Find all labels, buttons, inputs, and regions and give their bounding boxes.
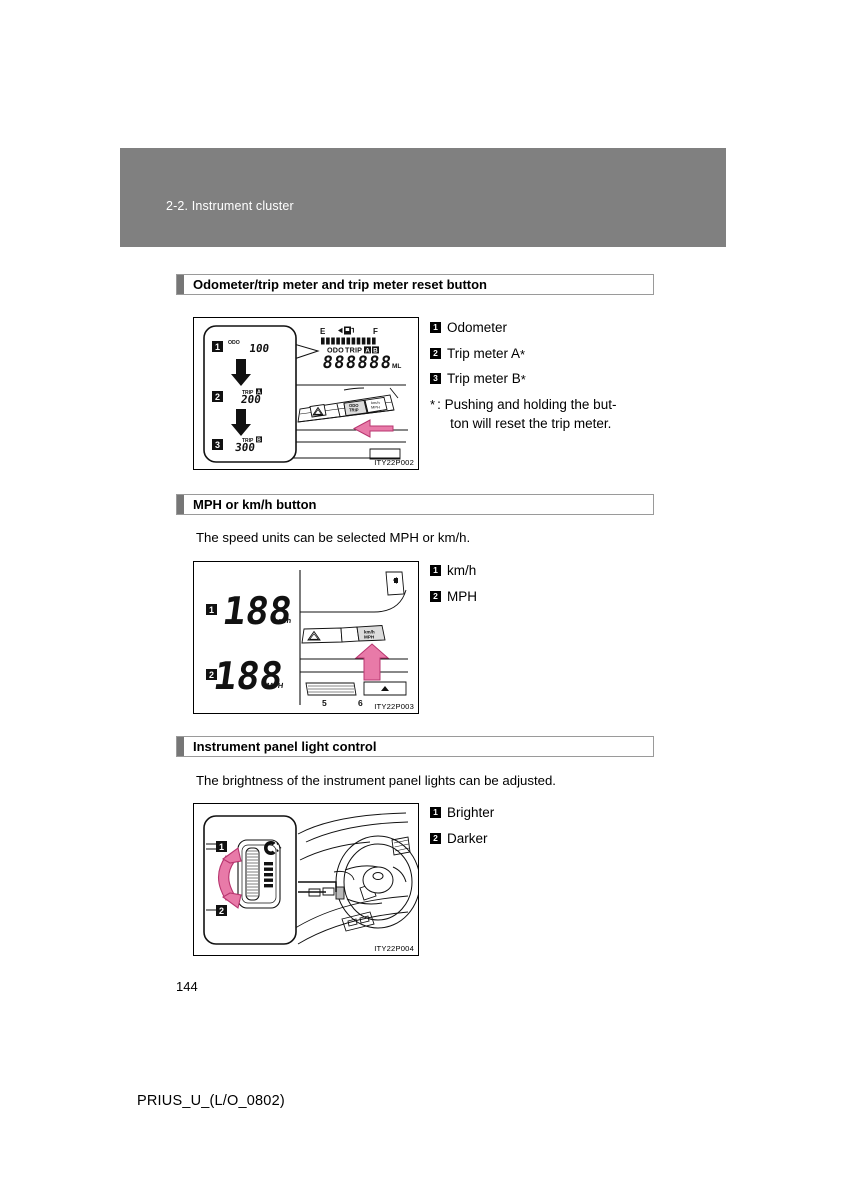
svg-text:2: 2 bbox=[215, 392, 220, 402]
callouts-odometer: 1 Odometer 2 Trip meter A* 3 Trip meter … bbox=[430, 318, 648, 433]
figure-odometer: ODO TRIP km/h MPH E F ODO TRIP A B 88888… bbox=[193, 317, 419, 470]
figure-code-odometer: ITY22P002 bbox=[374, 458, 414, 467]
svg-text:MPH: MPH bbox=[266, 681, 284, 690]
section-title-odometer: Odometer/trip meter and trip meter reset… bbox=[193, 277, 487, 292]
section-heading-odometer: Odometer/trip meter and trip meter reset… bbox=[176, 274, 654, 295]
callout-label-brighter: Brighter bbox=[447, 805, 495, 820]
callout-item: 3 Trip meter B* bbox=[430, 369, 648, 388]
svg-text:km/h: km/h bbox=[273, 616, 292, 625]
callout-badge: 1 bbox=[430, 322, 441, 333]
section-heading-mph-kmh: MPH or km/h button bbox=[176, 494, 654, 515]
document-footer: PRIUS_U_(L/O_0802) bbox=[137, 1093, 285, 1109]
callout-item: 2 Darker bbox=[430, 829, 494, 848]
svg-text:E: E bbox=[320, 327, 326, 336]
figure-mph-kmh: 1 188 km/h 2 188 MPH km/h MPH 5 6 ITY22P… bbox=[193, 561, 419, 714]
callout-item: 1 Brighter bbox=[430, 803, 494, 822]
section-tab-marker bbox=[177, 275, 184, 294]
callout-label-odometer: Odometer bbox=[447, 320, 508, 335]
callout-badge: 2 bbox=[430, 347, 441, 359]
figure-code-panel-light: ITY22P004 bbox=[374, 944, 414, 953]
svg-text:B: B bbox=[257, 438, 261, 444]
svg-text:300: 300 bbox=[234, 441, 255, 454]
section-tab-marker bbox=[177, 495, 184, 514]
footnote-trip-reset: * : Pushing and holding the but-ton will… bbox=[430, 395, 648, 433]
svg-text:MPH: MPH bbox=[364, 635, 375, 640]
section-heading-panel-light: Instrument panel light control bbox=[176, 736, 654, 757]
callout-badge: 2 bbox=[430, 590, 441, 602]
intro-text-mph-kmh: The speed units can be selected MPH or k… bbox=[196, 530, 471, 545]
callout-item: 2 Trip meter A* bbox=[430, 344, 648, 363]
footnote-body: : Pushing and holding the but-ton will r… bbox=[437, 396, 617, 431]
svg-text:200: 200 bbox=[240, 393, 261, 406]
svg-text:188: 188 bbox=[220, 590, 295, 634]
callout-item: 1 km/h bbox=[430, 561, 477, 580]
svg-text:1: 1 bbox=[209, 605, 214, 615]
svg-text:TRIP: TRIP bbox=[349, 407, 359, 412]
callout-label-mph: MPH bbox=[447, 588, 477, 604]
section-tab-marker bbox=[177, 737, 184, 756]
callout-badge: 3 bbox=[430, 373, 441, 384]
figure-mph-kmh-illustration: 1 188 km/h 2 188 MPH km/h MPH 5 6 bbox=[194, 562, 418, 713]
svg-text:1: 1 bbox=[219, 842, 224, 852]
callout-badge: 2 bbox=[430, 832, 441, 844]
intro-text-panel-light: The brightness of the instrument panel l… bbox=[196, 773, 556, 788]
svg-text:F: F bbox=[373, 327, 378, 336]
callouts-panel-light: 1 Brighter 2 Darker bbox=[430, 803, 494, 854]
callouts-mph-kmh: 1 km/h 2 MPH bbox=[430, 561, 477, 612]
chapter-header-band: 2-2. Instrument cluster bbox=[120, 148, 726, 247]
scale-label-5: 5 bbox=[322, 698, 327, 708]
figure-odometer-illustration: ODO TRIP km/h MPH E F ODO TRIP A B 88888… bbox=[194, 318, 418, 469]
callout-item: 1 Odometer bbox=[430, 318, 648, 337]
svg-text:ML: ML bbox=[392, 363, 401, 370]
svg-text:2: 2 bbox=[219, 906, 224, 916]
svg-text:188: 188 bbox=[211, 655, 286, 699]
callout-badge: 1 bbox=[430, 807, 441, 818]
svg-text:MPH: MPH bbox=[371, 404, 380, 409]
figure-code-mph-kmh: ITY22P003 bbox=[374, 702, 414, 711]
callout-label-kmh: km/h bbox=[447, 563, 477, 578]
figure-panel-light: 1 2 ITY22P004 bbox=[193, 803, 419, 956]
svg-text:ODO: ODO bbox=[228, 340, 240, 346]
section-title-panel-light: Instrument panel light control bbox=[193, 739, 377, 754]
callout-label-darker: Darker bbox=[447, 830, 488, 846]
figure-panel-light-illustration: 1 2 bbox=[194, 804, 418, 955]
page-number: 144 bbox=[176, 979, 198, 994]
svg-text:100: 100 bbox=[248, 342, 269, 355]
svg-text:888888: 888888 bbox=[321, 353, 393, 373]
callout-label-trip-a: Trip meter A* bbox=[447, 345, 526, 362]
chapter-header-title: 2-2. Instrument cluster bbox=[166, 199, 294, 213]
callout-badge: 1 bbox=[430, 565, 441, 576]
callout-label-trip-b: Trip meter B* bbox=[447, 371, 526, 387]
svg-text:3: 3 bbox=[215, 440, 220, 450]
section-title-mph-kmh: MPH or km/h button bbox=[193, 497, 317, 512]
panel-light-switch bbox=[335, 886, 345, 900]
scale-label-6: 6 bbox=[358, 698, 363, 708]
svg-text:1: 1 bbox=[215, 342, 220, 352]
callout-item: 2 MPH bbox=[430, 587, 477, 606]
